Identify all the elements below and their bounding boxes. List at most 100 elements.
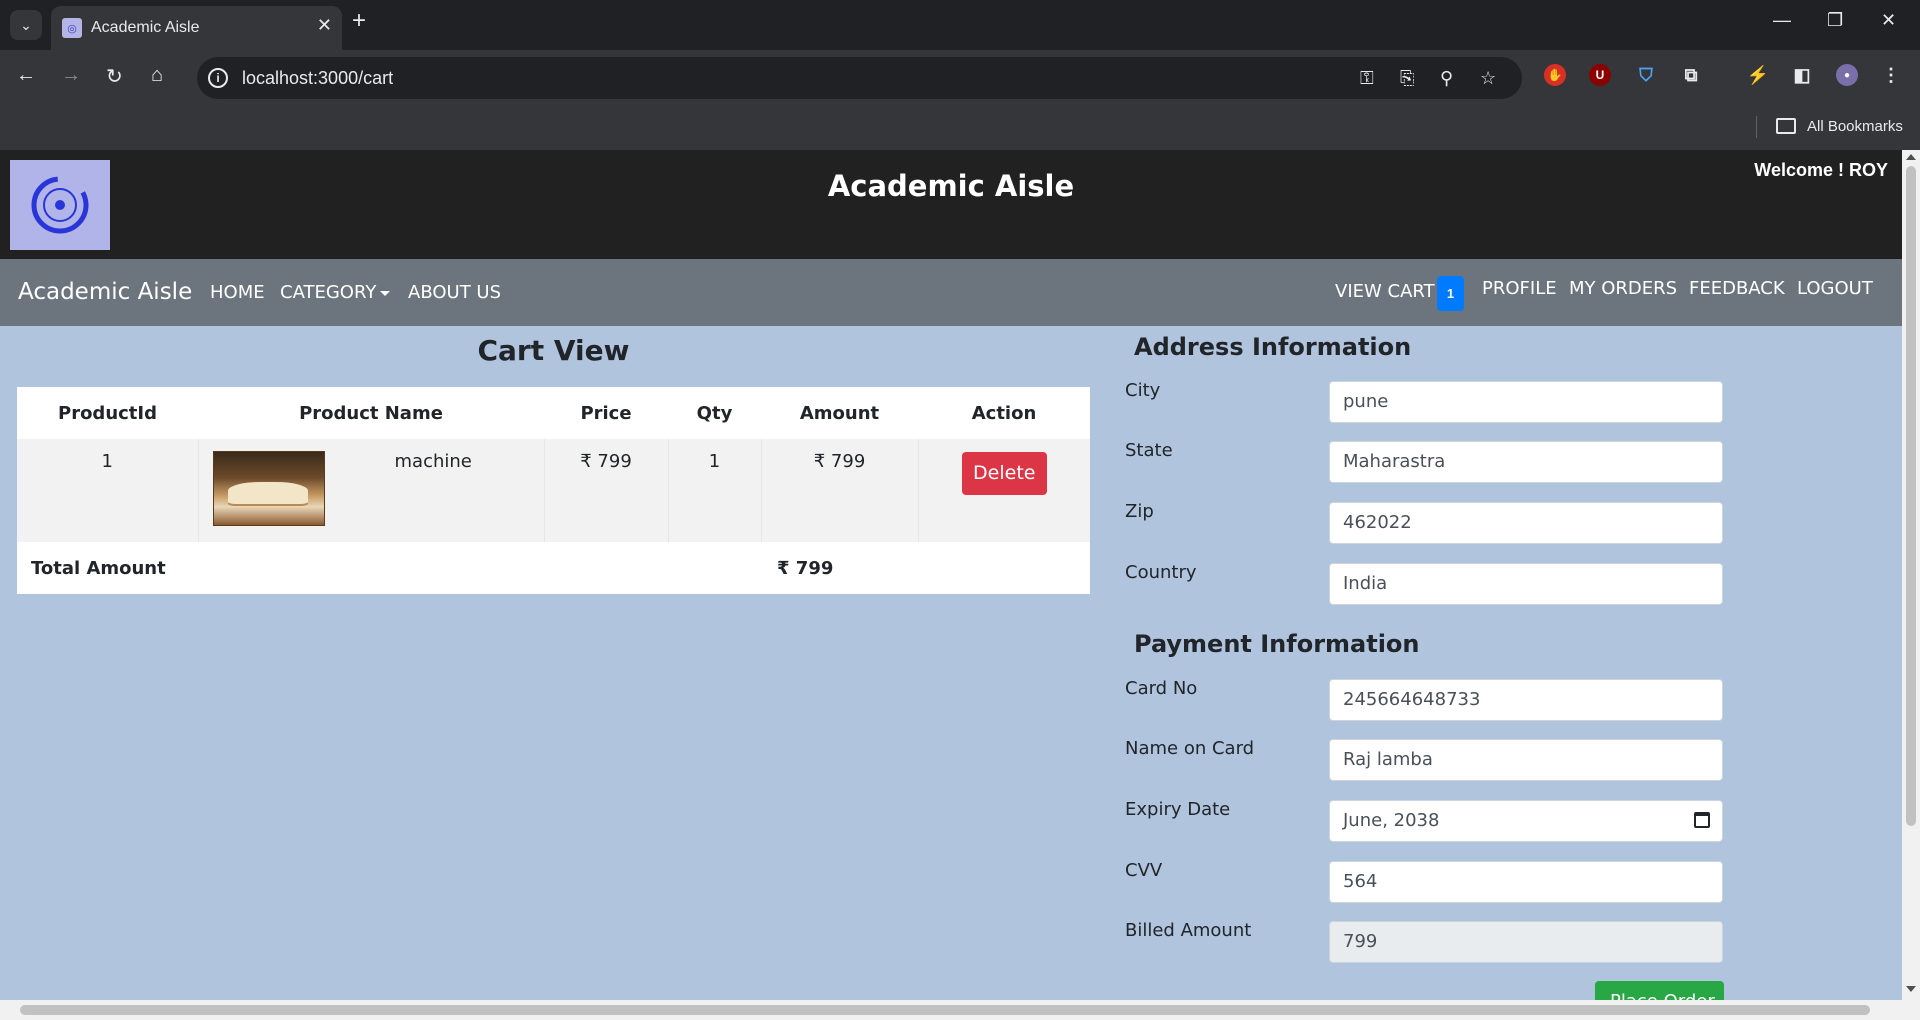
navbar-brand[interactable]: Academic Aisle	[18, 279, 192, 305]
install-app-icon[interactable]: ⎘	[1400, 68, 1414, 89]
calendar-icon[interactable]	[1694, 812, 1710, 828]
nav-my-orders[interactable]: MY ORDERS	[1569, 278, 1677, 299]
tab-title: Academic Aisle	[91, 19, 200, 36]
main-navbar: Academic Aisle HOME CATEGORY ABOUT US VI…	[0, 259, 1902, 326]
expiry-field[interactable]: June, 2038	[1329, 800, 1723, 842]
all-bookmarks-link[interactable]: All Bookmarks	[1807, 118, 1903, 135]
menu-kebab-icon[interactable]: ⋮	[1880, 64, 1902, 86]
browser-toolbar: ← → ↻ ⌂ i localhost:3000/cart ⚿ ⎘ ⚲ ☆	[0, 50, 1920, 106]
address-bar[interactable]: i localhost:3000/cart ⚿ ⎘ ⚲ ☆	[197, 57, 1522, 99]
address-section-title: Address Information	[1134, 333, 1412, 361]
extensions-puzzle-icon[interactable]: ⧉	[1680, 64, 1702, 86]
adblock-extension-icon[interactable]: ✋	[1544, 64, 1566, 86]
forward-icon[interactable]: →	[61, 64, 81, 87]
site-header: Academic Aisle Welcome ! ROY	[0, 150, 1902, 259]
new-tab-icon[interactable]: +	[352, 9, 366, 33]
city-label: City	[1125, 380, 1161, 401]
cell-price: ₹ 799	[543, 439, 668, 542]
reload-icon[interactable]: ↻	[106, 64, 123, 89]
total-empty-cell	[918, 542, 1090, 594]
cart-heading: Cart View	[477, 334, 630, 367]
card-no-label: Card No	[1125, 678, 1198, 699]
nav-view-cart[interactable]: VIEW CART	[1335, 281, 1435, 302]
total-row: Total Amount ₹ 799	[17, 542, 1090, 594]
browser-tabbar: ⌄ ◎ Academic Aisle ✕ + — ❐ ✕	[0, 0, 1920, 50]
state-field[interactable]: Maharastra	[1329, 441, 1723, 483]
country-field[interactable]: India	[1329, 563, 1723, 605]
restore-icon[interactable]: ❐	[1827, 10, 1843, 31]
tab-close-icon[interactable]: ✕	[317, 15, 332, 36]
horizontal-scrollbar[interactable]	[0, 1000, 1920, 1020]
folder-icon	[1776, 118, 1796, 134]
zip-field[interactable]: 462022	[1329, 502, 1723, 544]
table-header-row: ProductId Product Name Price Qty Amount …	[17, 387, 1090, 439]
ublock-extension-icon[interactable]: U	[1589, 64, 1611, 86]
city-field[interactable]: pune	[1329, 381, 1723, 423]
site-info-icon[interactable]: i	[208, 68, 228, 88]
back-icon[interactable]: ←	[16, 64, 36, 87]
vertical-scrollbar[interactable]	[1902, 150, 1920, 1000]
site-title: Academic Aisle	[827, 169, 1075, 203]
nav-feedback[interactable]: FEEDBACK	[1689, 278, 1785, 299]
name-on-card-label: Name on Card	[1125, 738, 1255, 759]
place-order-button[interactable]: Place Order	[1595, 981, 1724, 1000]
zip-label: Zip	[1125, 501, 1154, 522]
zoom-icon[interactable]: ⚲	[1440, 68, 1453, 89]
nav-profile[interactable]: PROFILE	[1482, 278, 1557, 299]
cell-qty: 1	[667, 439, 761, 542]
nav-home[interactable]: HOME	[210, 282, 265, 303]
side-panel-icon[interactable]: ◧	[1791, 64, 1813, 86]
site-favicon-icon: ◎	[62, 18, 82, 38]
tab-search-button[interactable]: ⌄	[10, 10, 42, 40]
expiry-value: June, 2038	[1343, 810, 1440, 831]
cart-table: ProductId Product Name Price Qty Amount …	[17, 387, 1090, 594]
col-header-productid: ProductId	[58, 402, 157, 424]
bookmark-star-icon[interactable]: ☆	[1480, 68, 1496, 89]
profile-avatar-icon[interactable]: ●	[1836, 64, 1858, 86]
expiry-label: Expiry Date	[1125, 799, 1231, 820]
cart-count-badge[interactable]: 1	[1437, 276, 1464, 311]
state-label: State	[1125, 440, 1173, 461]
billed-amount-label: Billed Amount	[1125, 920, 1252, 941]
password-key-icon[interactable]: ⚿	[1360, 68, 1374, 89]
close-window-icon[interactable]: ✕	[1881, 10, 1896, 31]
bookmarks-bar: All Bookmarks	[0, 106, 1920, 150]
total-label: Total Amount	[31, 557, 166, 579]
nav-about[interactable]: ABOUT US	[408, 282, 501, 303]
col-header-action: Action	[971, 402, 1037, 424]
total-value: ₹ 799	[777, 557, 834, 579]
nav-category-label: CATEGORY	[280, 282, 377, 303]
performance-icon[interactable]: ⚡	[1747, 64, 1769, 86]
delete-button[interactable]: Delete	[961, 452, 1047, 495]
scroll-up-arrow-icon[interactable]	[1906, 154, 1916, 160]
cvv-field[interactable]: 564	[1329, 861, 1723, 903]
product-name: machine	[394, 451, 472, 472]
col-header-price: Price	[580, 402, 632, 424]
col-header-product-name: Product Name	[299, 402, 443, 424]
browser-tab[interactable]: ◎ Academic Aisle ✕	[51, 6, 342, 50]
nav-logout[interactable]: LOGOUT	[1797, 278, 1873, 299]
card-no-field[interactable]: 245664648733	[1329, 679, 1723, 721]
horizontal-scroll-thumb[interactable]	[20, 1005, 1870, 1015]
col-header-amount: Amount	[799, 402, 880, 424]
table-row: 1 machine ₹ 799 1 ₹ 799 Delete	[17, 439, 1090, 542]
name-on-card-field[interactable]: Raj lamba	[1329, 739, 1723, 781]
scroll-down-arrow-icon[interactable]	[1906, 986, 1916, 992]
page-viewport: Academic Aisle Welcome ! ROY Academic Ai…	[0, 150, 1902, 1000]
billed-amount-field: 799	[1329, 921, 1723, 963]
cvv-label: CVV	[1125, 860, 1163, 881]
minimize-icon[interactable]: —	[1773, 10, 1791, 31]
payment-section-title: Payment Information	[1134, 630, 1420, 658]
cell-product: machine	[197, 439, 544, 542]
cell-product-id: 1	[17, 439, 198, 542]
country-label: Country	[1125, 562, 1197, 583]
cell-amount: ₹ 799	[760, 439, 918, 542]
vertical-scroll-thumb[interactable]	[1906, 166, 1916, 826]
url-text[interactable]: localhost:3000/cart	[242, 68, 393, 89]
home-icon[interactable]: ⌂	[151, 64, 163, 87]
cell-action: Delete	[917, 439, 1090, 542]
bookmarks-divider	[1756, 116, 1757, 138]
nav-category[interactable]: CATEGORY	[280, 282, 391, 303]
shield-extension-icon[interactable]: ⛉	[1635, 64, 1657, 86]
product-image[interactable]	[212, 451, 325, 526]
